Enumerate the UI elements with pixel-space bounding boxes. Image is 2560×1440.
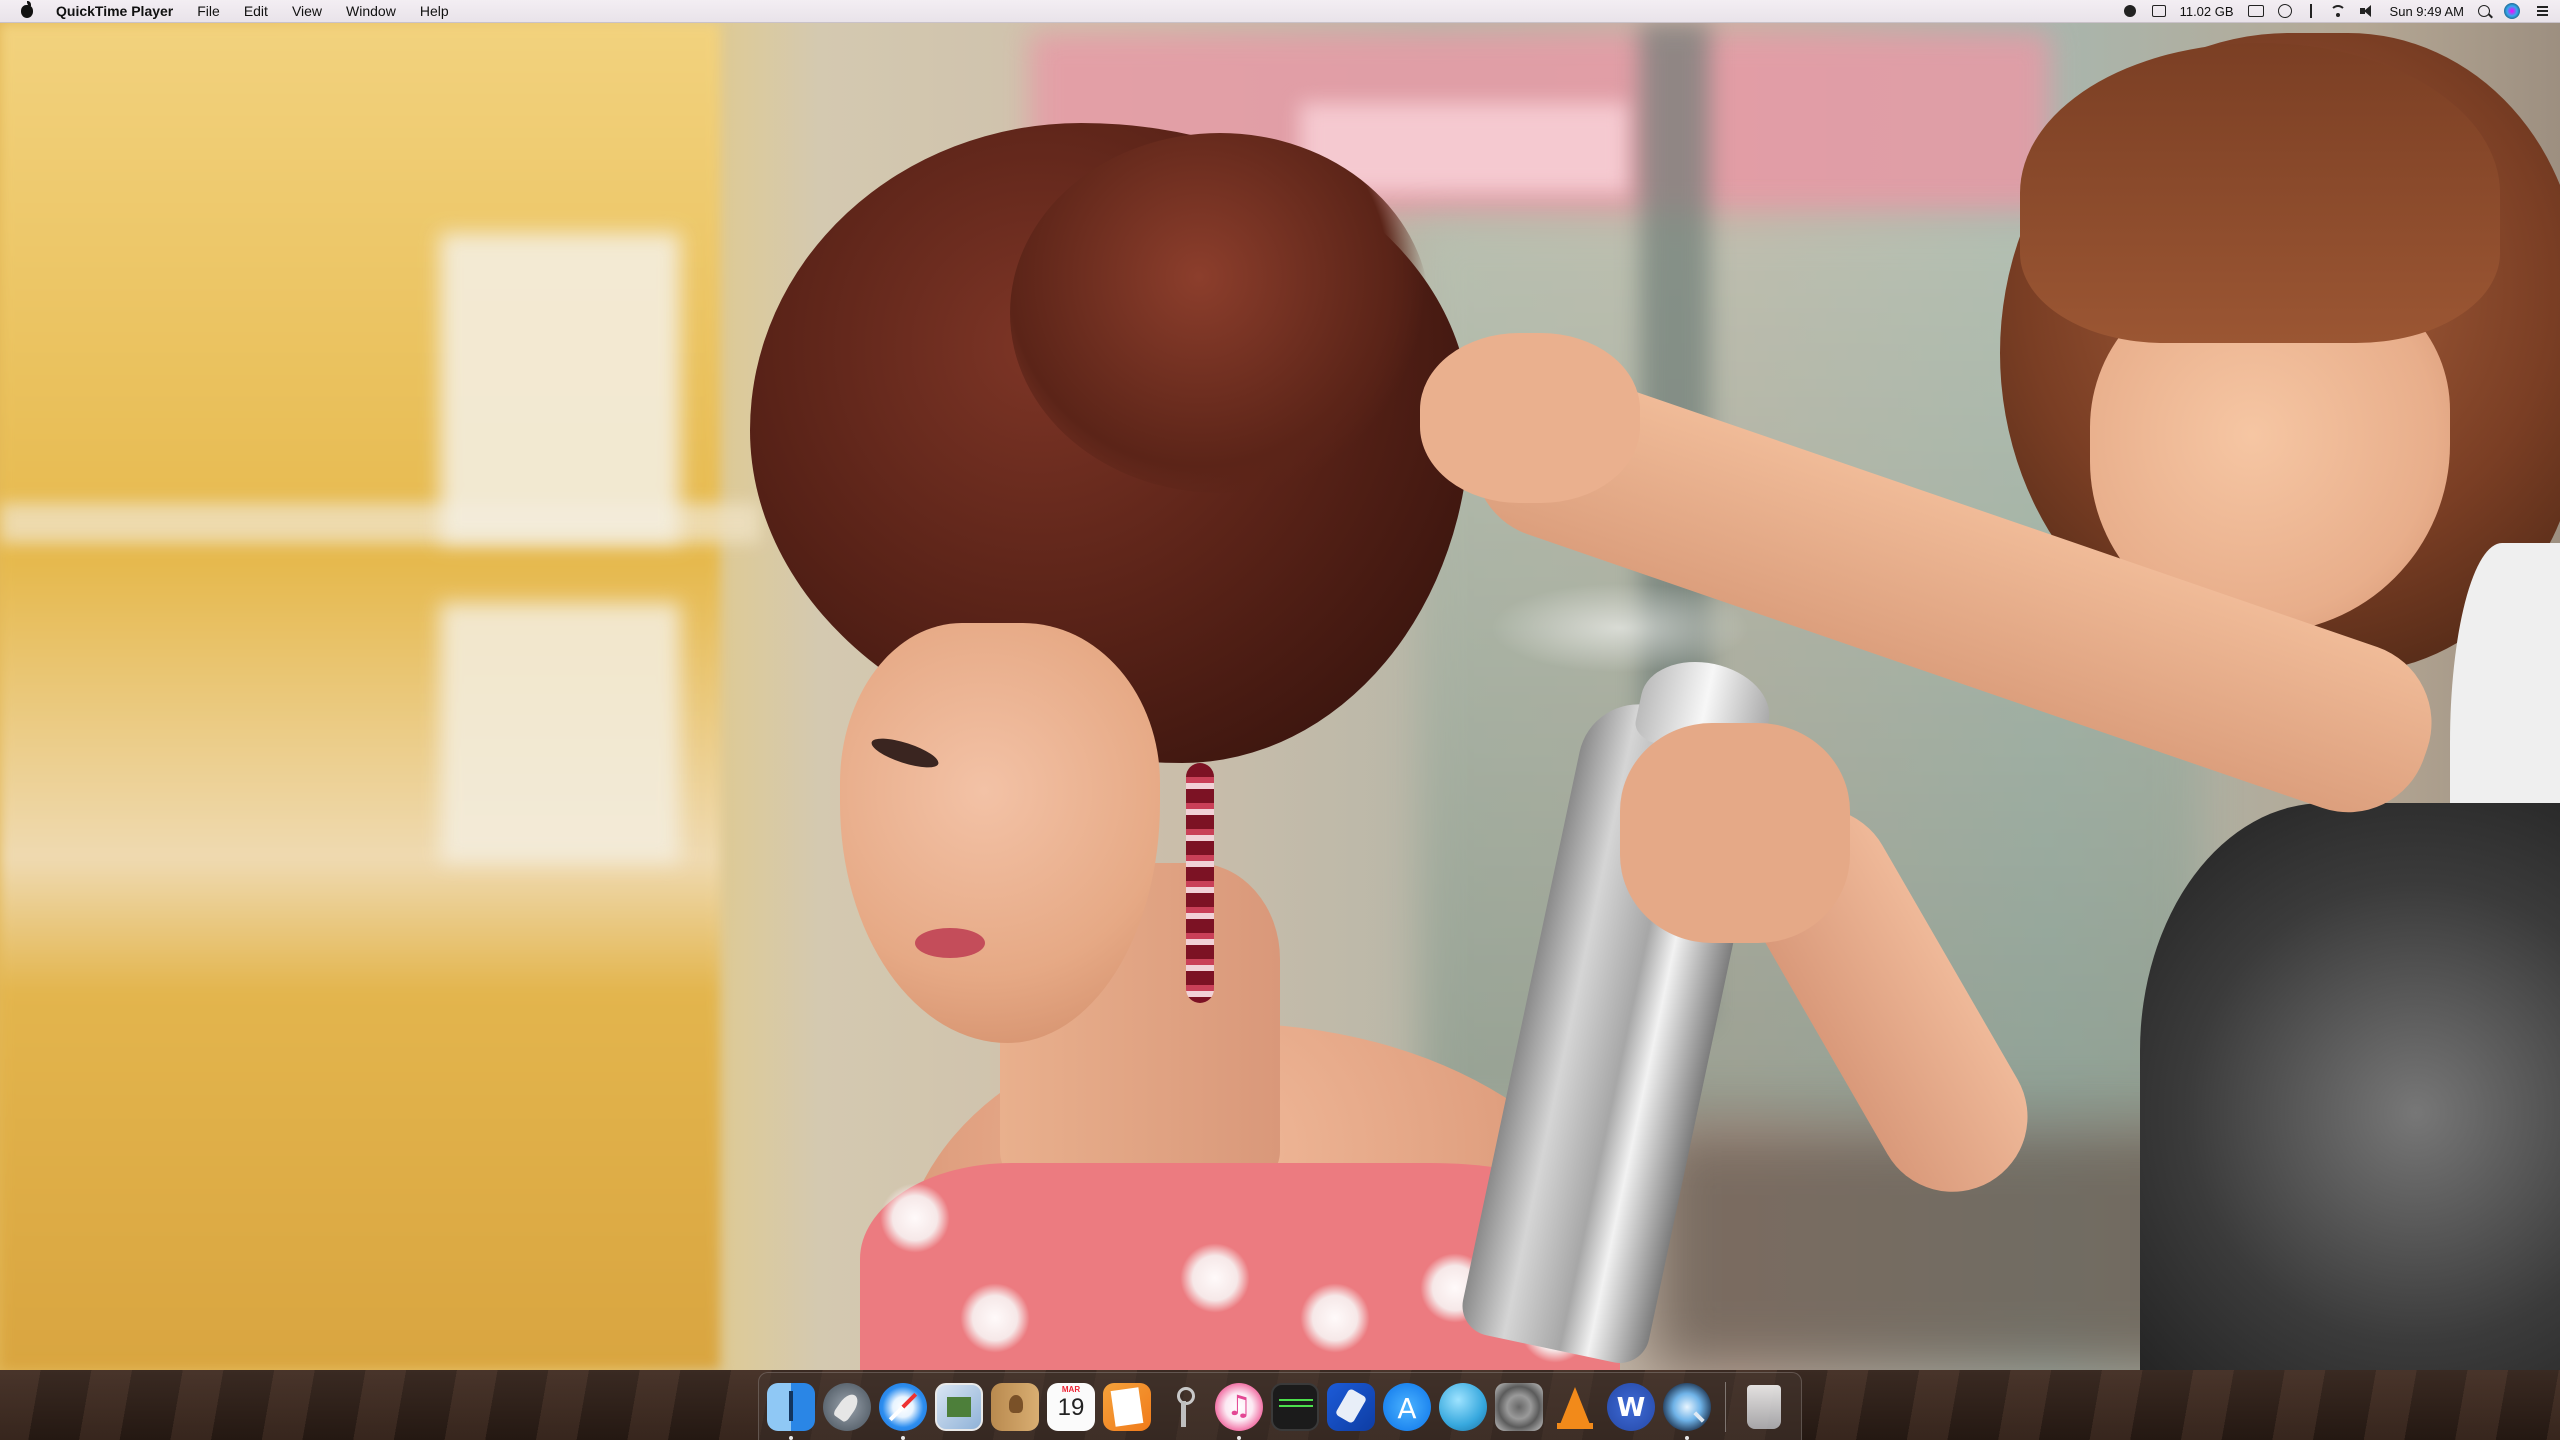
stylist-hand bbox=[1420, 333, 1640, 503]
hairspray-mist bbox=[1490, 583, 1750, 673]
memory-icon[interactable] bbox=[2151, 5, 2166, 17]
contacts-icon[interactable] bbox=[991, 1382, 1039, 1431]
menu-help[interactable]: Help bbox=[408, 0, 461, 22]
volume-icon[interactable] bbox=[2359, 5, 2376, 17]
blue-circle-icon[interactable] bbox=[1439, 1382, 1487, 1431]
model-lips bbox=[915, 928, 985, 958]
menu-app-name[interactable]: QuickTime Player bbox=[52, 0, 185, 22]
background-panel bbox=[440, 233, 680, 543]
keychain-icon[interactable] bbox=[1159, 1383, 1207, 1431]
menu-file[interactable]: File bbox=[185, 0, 232, 22]
safari-icon[interactable] bbox=[879, 1382, 927, 1440]
finder-icon[interactable] bbox=[767, 1382, 815, 1440]
dock: MAR 19 bbox=[758, 1372, 1802, 1440]
airplay-icon[interactable] bbox=[2247, 5, 2264, 17]
stylist-hand bbox=[1620, 723, 1850, 943]
model-earring bbox=[1186, 763, 1214, 1003]
preview-icon[interactable] bbox=[935, 1382, 983, 1431]
memory-readout[interactable]: 11.02 GB bbox=[2180, 4, 2234, 19]
menu-clock[interactable]: Sun 9:49 AM bbox=[2390, 4, 2464, 19]
dock-separator bbox=[1725, 1381, 1726, 1432]
background-panel bbox=[440, 603, 680, 863]
running-indicator bbox=[789, 1435, 793, 1440]
calendar-day: 19 bbox=[1057, 1393, 1085, 1421]
menu-view[interactable]: View bbox=[280, 0, 334, 22]
stylist-bangs bbox=[2020, 43, 2500, 343]
dress-flower bbox=[1300, 1283, 1370, 1353]
trash-icon[interactable] bbox=[1747, 1384, 1781, 1429]
video-frame[interactable] bbox=[0, 23, 2560, 1370]
dress-flower bbox=[960, 1283, 1030, 1353]
bluetooth-icon[interactable] bbox=[2306, 4, 2316, 18]
menu-window[interactable]: Window bbox=[334, 0, 408, 22]
menu-edit[interactable]: Edit bbox=[232, 0, 280, 22]
stylist-shirt bbox=[2140, 803, 2560, 1370]
system-preferences-icon[interactable] bbox=[1495, 1382, 1543, 1431]
menu-bar-status: 11.02 GB Sun 9:49 AM bbox=[2122, 0, 2548, 22]
activity-monitor-icon[interactable] bbox=[1271, 1382, 1319, 1431]
pages-icon[interactable] bbox=[1103, 1382, 1151, 1431]
running-indicator bbox=[1685, 1435, 1689, 1440]
wifi-icon[interactable] bbox=[2329, 5, 2346, 17]
running-indicator bbox=[901, 1435, 905, 1440]
siri-icon[interactable] bbox=[2504, 3, 2520, 19]
menu-bar-left: QuickTime Player File Edit View Window H… bbox=[0, 0, 461, 22]
itunes-icon[interactable] bbox=[1215, 1382, 1263, 1440]
menu-bar: QuickTime Player File Edit View Window H… bbox=[0, 0, 2560, 23]
time-machine-icon[interactable] bbox=[2277, 4, 2292, 18]
launchpad-icon[interactable] bbox=[823, 1382, 871, 1431]
quicktime-icon[interactable] bbox=[1663, 1382, 1711, 1440]
running-indicator bbox=[1237, 1435, 1241, 1440]
calendar-icon[interactable]: MAR 19 bbox=[1047, 1382, 1095, 1431]
status-drive-icon[interactable] bbox=[2122, 4, 2138, 18]
app-store-icon[interactable] bbox=[1383, 1382, 1431, 1431]
dress-flower bbox=[1180, 1243, 1250, 1313]
apple-menu-icon[interactable] bbox=[18, 0, 38, 22]
calendar-month: MAR bbox=[1061, 1384, 1081, 1394]
vlc-icon[interactable] bbox=[1551, 1383, 1599, 1431]
notification-center-icon[interactable] bbox=[2534, 5, 2548, 17]
dress-flower bbox=[880, 1183, 950, 1253]
spotlight-search-icon[interactable] bbox=[2478, 5, 2490, 17]
model-hair-bun bbox=[1010, 133, 1430, 493]
xcode-icon[interactable] bbox=[1327, 1382, 1375, 1431]
word-icon[interactable] bbox=[1607, 1382, 1655, 1431]
